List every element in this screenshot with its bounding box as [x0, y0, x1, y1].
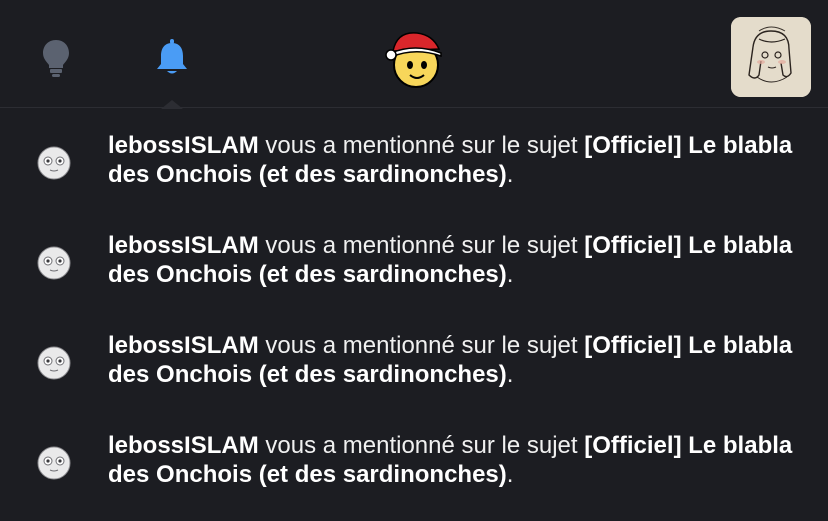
notification-end: . [506, 361, 514, 388]
home-mascot-button[interactable] [380, 24, 448, 92]
notification-list: lebossISLAM vous a mentionné sur le suje… [0, 109, 828, 509]
notification-text: lebossISLAM vous a mentionné sur le suje… [108, 431, 808, 489]
user-avatar[interactable] [731, 17, 811, 97]
notification-action: vous a mentionné sur le sujet [258, 132, 585, 159]
lightbulb-icon [43, 40, 69, 77]
notification-item[interactable]: lebossISLAM vous a mentionné sur le suje… [0, 209, 828, 309]
notification-action: vous a mentionné sur le sujet [258, 432, 585, 459]
onche-face-icon [37, 146, 71, 180]
notification-username[interactable]: lebossISLAM [108, 232, 259, 259]
notifications-button[interactable] [146, 30, 198, 86]
onche-face-icon [37, 246, 71, 280]
santa-mascot-icon [385, 32, 442, 88]
onche-face-icon [37, 446, 71, 480]
notification-action: vous a mentionné sur le sujet [258, 332, 585, 359]
onche-face-icon [37, 346, 71, 380]
notification-username[interactable]: lebossISLAM [108, 432, 259, 459]
notification-item[interactable]: lebossISLAM vous a mentionné sur le suje… [0, 309, 828, 409]
active-tab-pointer [161, 100, 183, 109]
notification-item[interactable]: lebossISLAM vous a mentionné sur le suje… [0, 109, 828, 209]
notification-end: . [506, 261, 514, 288]
bell-icon [157, 39, 187, 74]
top-navigation-bar [0, 0, 828, 109]
notification-username[interactable]: lebossISLAM [108, 332, 259, 359]
notification-text: lebossISLAM vous a mentionné sur le suje… [108, 131, 808, 189]
notification-action: vous a mentionné sur le sujet [258, 232, 585, 259]
notification-item[interactable]: lebossISLAM vous a mentionné sur le suje… [0, 409, 828, 509]
notification-text: lebossISLAM vous a mentionné sur le suje… [108, 331, 808, 389]
notification-text: lebossISLAM vous a mentionné sur le suje… [108, 231, 808, 289]
avatar-sketch-image [731, 17, 811, 97]
notification-end: . [506, 461, 514, 488]
ideas-button[interactable] [30, 30, 82, 86]
notification-end: . [506, 161, 514, 188]
notification-username[interactable]: lebossISLAM [108, 132, 259, 159]
